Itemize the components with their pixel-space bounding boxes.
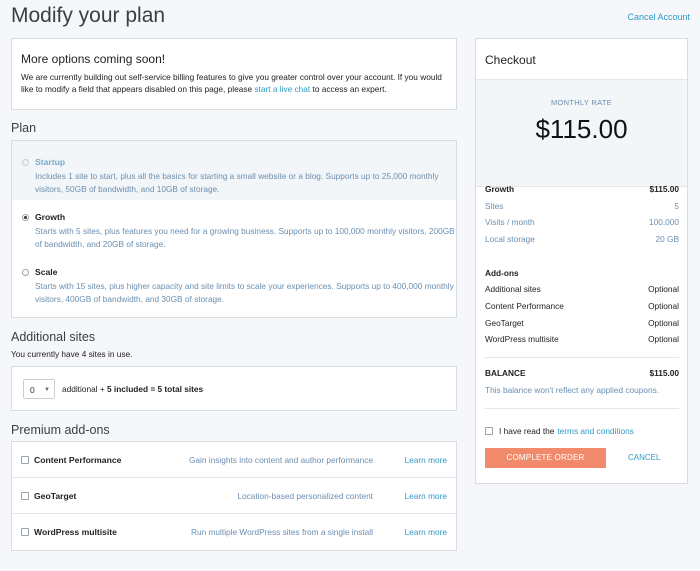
plan-radio-scale[interactable] xyxy=(22,268,29,276)
plan-option-growth-header: Growth xyxy=(22,212,456,222)
terms-prefix: I have read the xyxy=(499,426,555,436)
addon-checkbox-content-performance[interactable] xyxy=(21,456,29,464)
plan-name-growth: Growth xyxy=(35,212,66,222)
addon-label: Additional sites xyxy=(485,284,541,294)
addon-description: Run multiple WordPress sites from a sing… xyxy=(191,527,373,537)
additional-sites-box: 0 ▼ additional + 5 included = 5 total si… xyxy=(11,366,457,411)
addon-name: GeoTarget xyxy=(34,491,77,501)
balance-note: This balance won't reflect any applied c… xyxy=(485,385,660,395)
balance-row: BALANCE $115.00 xyxy=(485,368,679,378)
plan-option-growth[interactable]: Growth Starts with 5 sites, plus feature… xyxy=(12,200,456,256)
checkout-plan-price: $115.00 xyxy=(649,184,679,194)
addon-value: Optional xyxy=(648,301,679,311)
learn-more-link[interactable]: Learn more xyxy=(405,527,447,537)
addon-label: GeoTarget xyxy=(485,318,524,328)
terms-link[interactable]: terms and conditions xyxy=(557,426,634,436)
balance-value: $115.00 xyxy=(649,368,679,378)
detail-label: Sites xyxy=(485,201,504,211)
checkout-plan-name: Growth xyxy=(485,184,515,194)
checkout-addon-row: GeoTarget Optional xyxy=(485,318,679,328)
addons-list: Content Performance Gain insights into c… xyxy=(11,441,457,551)
checkout-plan-row: Growth $115.00 xyxy=(485,184,679,194)
checkout-title: Checkout xyxy=(485,53,536,67)
sites-summary-total: 5 included = 5 total sites xyxy=(106,384,204,394)
plan-option-scale[interactable]: Scale Starts with 15 sites, plus higher … xyxy=(12,256,456,316)
chevron-down-icon: ▼ xyxy=(44,387,50,393)
detail-label: Visits / month xyxy=(485,217,535,227)
checkout-divider xyxy=(485,408,679,409)
addon-description: Gain insights into content and author pe… xyxy=(188,455,373,465)
terms-checkbox[interactable] xyxy=(485,427,493,435)
addon-row-geotarget: GeoTarget Location-based personalized co… xyxy=(12,478,456,514)
notice-text-after: to access an expert. xyxy=(310,84,387,94)
addon-checkbox-geotarget[interactable] xyxy=(21,492,29,500)
sites-summary: additional + 5 included = 5 total sites xyxy=(62,384,203,394)
addon-label: WordPress multisite xyxy=(485,334,559,344)
cancel-account-link[interactable]: Cancel Account xyxy=(627,12,690,22)
addon-row-content-performance: Content Performance Gain insights into c… xyxy=(12,442,456,478)
plan-option-startup[interactable]: Startup Includes 1 site to start, plus a… xyxy=(12,141,456,200)
page-title: Modify your plan xyxy=(11,4,166,27)
notice-title: More options coming soon! xyxy=(21,52,166,66)
detail-value: 5 xyxy=(674,201,679,211)
plan-desc-growth: Starts with 5 sites, plus features you n… xyxy=(35,226,455,249)
plan-option-scale-header: Scale xyxy=(22,267,456,277)
detail-label: Local storage xyxy=(485,234,535,244)
plan-option-startup-header: Startup xyxy=(22,157,456,167)
addon-name: WordPress multisite xyxy=(34,527,117,537)
balance-label: BALANCE xyxy=(485,368,526,378)
plan-desc-startup: Includes 1 site to start, plus all the b… xyxy=(35,171,439,194)
sites-in-use-text: You currently have 4 sites in use. xyxy=(11,349,133,359)
monthly-rate-value: $115.00 xyxy=(535,114,628,144)
addons-section-title: Premium add-ons xyxy=(11,423,110,437)
addon-description: Location-based personalized content xyxy=(237,491,373,501)
plan-options: Startup Includes 1 site to start, plus a… xyxy=(11,140,457,318)
detail-value: 100,000 xyxy=(649,217,679,227)
live-chat-link[interactable]: start a live chat xyxy=(254,84,310,94)
plan-name-startup: Startup xyxy=(35,157,66,167)
checkout-addons-title: Add-ons xyxy=(485,268,519,278)
checkout-addon-row: Additional sites Optional xyxy=(485,284,679,294)
checkout-detail-row: Local storage 20 GB xyxy=(485,234,679,244)
plan-radio-startup[interactable] xyxy=(22,158,29,166)
checkout-addon-row: Content Performance Optional xyxy=(485,301,679,311)
monthly-rate-label: MONTHLY RATE xyxy=(550,98,613,107)
additional-sites-select[interactable]: 0 ▼ xyxy=(23,379,55,399)
sites-summary-prefix: additional + xyxy=(62,384,107,394)
learn-more-link[interactable]: Learn more xyxy=(405,491,447,501)
plan-desc-scale: Starts with 15 sites, plus higher capaci… xyxy=(35,281,454,304)
checkout-addon-row: WordPress multisite Optional xyxy=(485,334,679,344)
addon-value: Optional xyxy=(648,284,679,294)
notice-box: More options coming soon! We are current… xyxy=(11,38,457,110)
detail-value: 20 GB xyxy=(655,234,679,244)
plan-name-scale: Scale xyxy=(35,267,58,277)
plan-radio-growth[interactable] xyxy=(22,213,29,221)
checkout-panel: Checkout MONTHLY RATE $115.00 Growth $11… xyxy=(475,38,688,484)
terms-row: I have read the terms and conditions xyxy=(485,426,634,436)
plan-section-title: Plan xyxy=(11,121,37,135)
notice-text: We are currently building out self-servi… xyxy=(21,71,447,95)
sites-section-title: Additional sites xyxy=(11,330,96,344)
addon-checkbox-wordpress-multisite[interactable] xyxy=(21,528,29,536)
addon-label: Content Performance xyxy=(485,301,564,311)
addon-value: Optional xyxy=(648,334,679,344)
addon-row-wordpress-multisite: WordPress multisite Run multiple WordPre… xyxy=(12,514,456,550)
checkout-detail-row: Visits / month 100,000 xyxy=(485,217,679,227)
select-value: 0 xyxy=(30,385,35,395)
addon-value: Optional xyxy=(648,318,679,328)
cancel-button[interactable]: CANCEL xyxy=(628,453,660,462)
monthly-rate-band: MONTHLY RATE $115.00 xyxy=(476,79,687,187)
checkout-divider xyxy=(485,357,679,358)
learn-more-link[interactable]: Learn more xyxy=(405,455,447,465)
checkout-detail-row: Sites 5 xyxy=(485,201,679,211)
addon-name: Content Performance xyxy=(34,455,122,465)
complete-order-button[interactable]: COMPLETE ORDER xyxy=(485,448,606,468)
